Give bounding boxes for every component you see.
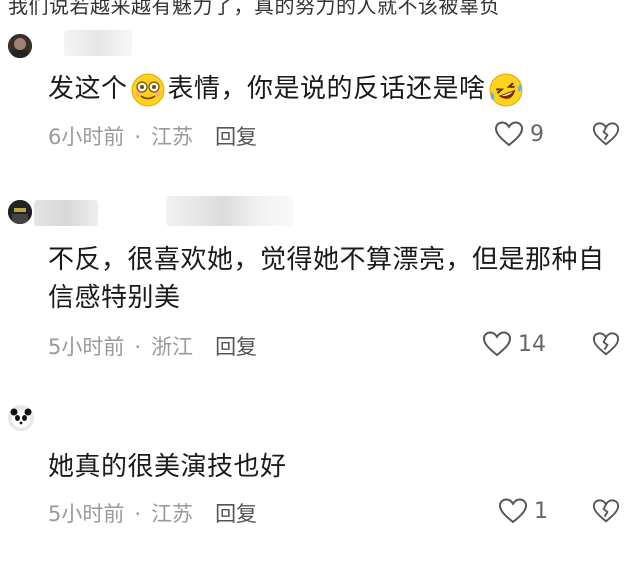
dislike-button[interactable] xyxy=(592,497,620,529)
dislike-button[interactable] xyxy=(592,330,620,362)
comment-text: 发这个 表情，你是说的反话还是啥 xyxy=(48,70,526,108)
like-button[interactable]: 14 xyxy=(482,330,546,358)
comment-meta: 5小时前 · 江苏 回复 xyxy=(48,498,257,528)
like-button[interactable]: 9 xyxy=(494,120,544,148)
user-avatar[interactable] xyxy=(8,405,34,431)
avatar-image xyxy=(8,200,32,224)
like-button[interactable]: 1 xyxy=(498,497,548,525)
comment-location: 江苏 xyxy=(151,502,194,526)
username-blurred[interactable] xyxy=(64,30,132,56)
meta-separator: · xyxy=(134,125,142,149)
comment-time: 5小时前 xyxy=(48,335,125,359)
username-blurred[interactable] xyxy=(34,200,98,226)
heart-icon xyxy=(482,331,512,357)
user-avatar[interactable] xyxy=(8,34,32,58)
heart-icon xyxy=(498,498,528,524)
avatar-image xyxy=(8,34,32,58)
comment-text: 不反，很喜欢她，觉得她不算漂亮，但是那种自信感特别美 xyxy=(48,245,605,313)
username-blurred-2[interactable] xyxy=(166,196,294,226)
laughing-tears-emoji-icon xyxy=(489,73,523,106)
comment-text-part1: 发这个 xyxy=(48,74,128,104)
comment-time: 5小时前 xyxy=(48,502,125,526)
previous-comment-text-cut: 我们说若越来越有魅力了，真的努力的人就不该被辜负 xyxy=(8,0,500,18)
meta-separator: · xyxy=(134,502,142,526)
like-count: 14 xyxy=(518,331,546,357)
reply-button[interactable]: 回复 xyxy=(215,502,257,526)
comment-location: 江苏 xyxy=(151,125,194,149)
like-count: 9 xyxy=(530,121,544,147)
heart-icon xyxy=(494,121,524,147)
comment-text-part2: 表情，你是说的反话还是啥 xyxy=(167,74,486,104)
comment-location: 浙江 xyxy=(151,335,194,359)
user-avatar[interactable] xyxy=(8,200,32,224)
broken-heart-icon xyxy=(592,332,620,356)
dizzy-smile-emoji-icon xyxy=(131,73,165,106)
meta-separator: · xyxy=(134,335,142,359)
reply-button[interactable]: 回复 xyxy=(215,335,257,359)
comment-meta: 5小时前 · 浙江 回复 xyxy=(48,331,257,361)
broken-heart-icon xyxy=(592,122,620,146)
comment-time: 6小时前 xyxy=(48,125,125,149)
dislike-button[interactable] xyxy=(592,120,620,152)
broken-heart-icon xyxy=(592,499,620,523)
comment-meta: 6小时前 · 江苏 回复 xyxy=(48,121,257,151)
reply-button[interactable]: 回复 xyxy=(215,125,257,149)
panda-avatar-image xyxy=(8,405,34,431)
comment-text: 她真的很美演技也好 xyxy=(48,452,287,482)
like-count: 1 xyxy=(534,498,548,524)
